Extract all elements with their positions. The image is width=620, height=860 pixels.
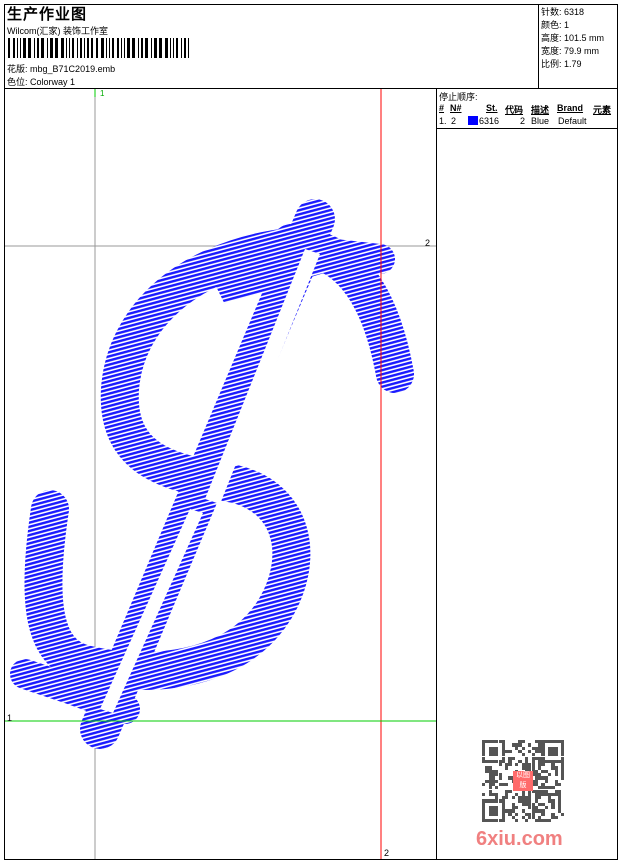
design-value: mbg_B71C2019.emb — [30, 64, 116, 74]
width-row: 宽度: 79.9 mm — [541, 46, 600, 56]
marker-bottom: 2 — [384, 848, 389, 858]
table-divider — [436, 128, 618, 129]
col-desc: 描述 — [531, 105, 550, 115]
barcode — [8, 38, 192, 58]
table-row: 1. 2 6316 2 Blue Default — [439, 116, 587, 126]
color-swatch — [468, 116, 478, 125]
col-st: St. — [486, 103, 498, 113]
company-name: Wilcom(汇家) 装饰工作室 — [7, 26, 108, 36]
marker-left: 1 — [7, 713, 12, 723]
watermark-stamp: 以图版 — [513, 771, 533, 791]
col-element: 元素 — [593, 105, 612, 115]
col-code: 代码 — [505, 105, 524, 115]
col-n: N# — [450, 103, 462, 113]
colorway-value: Colorway 1 — [30, 77, 76, 87]
colors-row: 颜色: 1 — [541, 20, 570, 30]
col-brand: Brand — [557, 103, 584, 113]
info-list: 针数: 6318 颜色: 1 高度: 101.5 mm 宽度: 79.9 mm … — [541, 6, 604, 71]
page-title: 生产作业图 — [7, 6, 88, 23]
marker-top: 1 — [100, 89, 105, 98]
panel-divider — [436, 88, 437, 860]
colorway-row: 色位: Colorway 1 — [7, 75, 75, 88]
col-hash: # — [439, 103, 445, 113]
stitches-row: 针数: 6318 — [541, 7, 585, 17]
colorway-label: 色位: — [7, 77, 28, 87]
design-canvas: 1 2 1 2 — [5, 89, 436, 859]
watermark-site: 6xiu.com — [476, 828, 563, 850]
stop-sequence-title: 停止顺序: — [439, 92, 478, 102]
marker-right: 2 — [425, 238, 430, 248]
scale-row: 比例: 1.79 — [541, 59, 582, 69]
height-row: 高度: 101.5 mm — [541, 33, 605, 43]
design-label: 花版: — [7, 64, 28, 74]
design-row: 花版: mbg_B71C2019.emb — [7, 62, 115, 75]
dollar-sign-embroidery — [10, 199, 414, 749]
